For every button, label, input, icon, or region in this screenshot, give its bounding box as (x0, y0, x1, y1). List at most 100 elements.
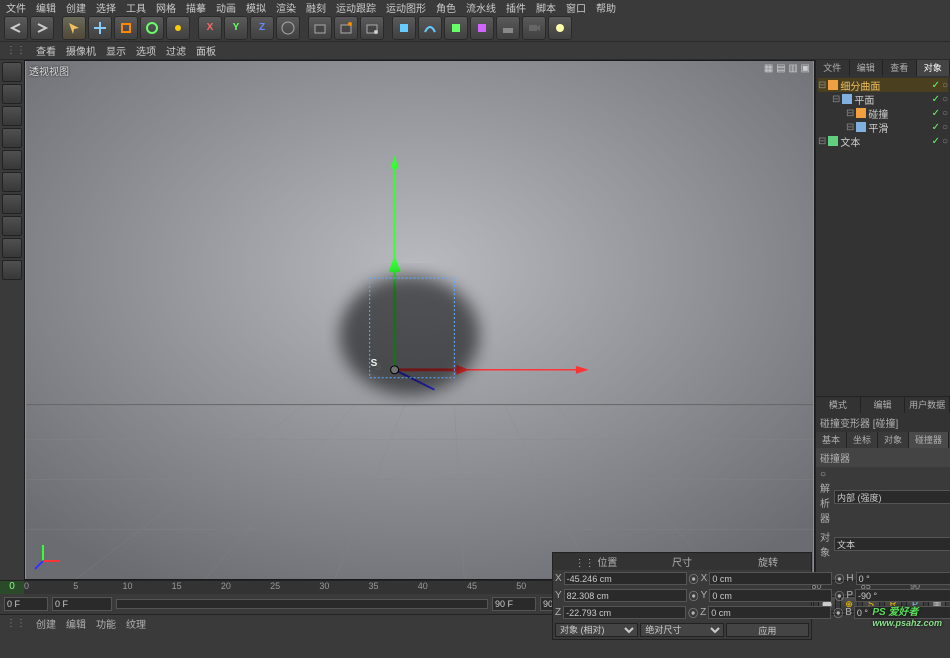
size-Z-input[interactable] (708, 606, 831, 619)
attr-mode-tab[interactable]: 模式 (816, 397, 861, 413)
menu-item[interactable]: 流水线 (466, 0, 496, 15)
obj-tab-file[interactable]: 文件 (816, 60, 850, 76)
menu-item[interactable]: 运动图形 (386, 0, 426, 15)
menu-item[interactable]: 编辑 (36, 0, 56, 15)
menu-item[interactable]: 动画 (216, 0, 236, 15)
tab-basic[interactable]: 基本 (816, 432, 847, 448)
bottom-tab[interactable]: 编辑 (66, 616, 86, 631)
viewport-layout-icons[interactable]: ▦ ▤ ▥ ▣ (764, 63, 810, 74)
perspective-viewport[interactable]: 透视视图 ▦ ▤ ▥ ▣ (24, 60, 815, 580)
camera-button[interactable] (522, 16, 546, 40)
attr-userdata-tab[interactable]: 用户数据 (905, 397, 950, 413)
select-tool-button[interactable] (62, 16, 86, 40)
frame-start-input[interactable] (4, 597, 48, 611)
menu-item[interactable]: 运动跟踪 (336, 0, 376, 15)
render-view-button[interactable] (308, 16, 332, 40)
bottom-tab[interactable]: 功能 (96, 616, 116, 631)
tab-collider[interactable]: 碰撞器 (909, 432, 949, 448)
edge-mode-button[interactable] (2, 150, 22, 170)
menu-item[interactable]: 选择 (96, 0, 116, 15)
pos-Y-input[interactable] (564, 589, 687, 602)
deformer-button[interactable] (470, 16, 494, 40)
polygon-mode-button[interactable] (2, 172, 22, 192)
texture-mode-button[interactable] (2, 194, 22, 214)
menu-item[interactable]: 角色 (436, 0, 456, 15)
menu-item[interactable]: 描摹 (186, 0, 206, 15)
attribute-group-label: 碰撞器 (816, 448, 950, 467)
redo-button[interactable] (30, 16, 54, 40)
display-menu[interactable]: 显示 (106, 43, 126, 58)
bottom-tab[interactable]: 创建 (36, 616, 56, 631)
environment-button[interactable] (496, 16, 520, 40)
snap-settings-button[interactable] (2, 260, 22, 280)
attr-edit-tab[interactable]: 编辑 (861, 397, 906, 413)
tree-item[interactable]: ⊟碰撞✓○ (818, 106, 948, 120)
menu-item[interactable]: 网格 (156, 0, 176, 15)
render-settings-button[interactable] (360, 16, 384, 40)
scale-tool-button[interactable] (114, 16, 138, 40)
coord-system-button[interactable] (276, 16, 300, 40)
cube-icon (396, 20, 412, 36)
svg-text:S: S (371, 358, 378, 369)
menu-item[interactable]: 插件 (506, 0, 526, 15)
rot-H-input[interactable] (856, 572, 950, 585)
menu-item[interactable]: 文件 (6, 0, 26, 15)
obj-tab-object[interactable]: 对象 (917, 60, 950, 76)
size-Y-input[interactable] (709, 589, 832, 602)
tab-coord[interactable]: 坐标 (847, 432, 878, 448)
timeline-start-marker[interactable]: 0 (0, 581, 24, 594)
menu-item[interactable]: 融刻 (306, 0, 326, 15)
pos-X-input[interactable] (564, 572, 687, 585)
undo-button[interactable] (4, 16, 28, 40)
obj-tab-view[interactable]: 查看 (883, 60, 917, 76)
menu-item[interactable]: 模拟 (246, 0, 266, 15)
frame-end-input[interactable] (492, 597, 536, 611)
cube-primitive-button[interactable] (392, 16, 416, 40)
axis-y-button[interactable]: Y (224, 16, 248, 40)
generator-button[interactable] (444, 16, 468, 40)
tree-item[interactable]: ⊟细分曲面✓○ (818, 78, 948, 92)
rot-P-input[interactable] (855, 589, 950, 602)
axis-mode-button[interactable] (2, 106, 22, 126)
menu-item[interactable]: 创建 (66, 0, 86, 15)
model-mode-button[interactable] (2, 62, 22, 82)
light-button[interactable] (548, 16, 572, 40)
menu-item[interactable]: 脚本 (536, 0, 556, 15)
object-tree[interactable]: ⊟细分曲面✓○⊟平面✓○⊟碰撞✓○⊟平滑✓○⊟文本✓○ (816, 76, 950, 396)
resolver-input[interactable] (834, 490, 950, 504)
tree-item[interactable]: ⊟平面✓○ (818, 92, 948, 106)
tree-item[interactable]: ⊟文本✓○ (818, 134, 948, 148)
options-menu[interactable]: 选项 (136, 43, 156, 58)
render-region-button[interactable] (334, 16, 358, 40)
workplane-button[interactable] (2, 216, 22, 236)
bottom-tab[interactable]: 纹理 (126, 616, 146, 631)
pos-Z-input[interactable] (563, 606, 686, 619)
axis-x-button[interactable]: X (198, 16, 222, 40)
move-tool-button[interactable] (88, 16, 112, 40)
timeline-scrollbar[interactable] (116, 599, 488, 609)
tab-object[interactable]: 对象 (878, 432, 909, 448)
apply-button[interactable]: 应用 (726, 623, 809, 637)
point-mode-button[interactable] (2, 128, 22, 148)
spline-button[interactable] (418, 16, 442, 40)
snap-button[interactable] (2, 238, 22, 258)
last-tool-button[interactable] (166, 16, 190, 40)
menu-item[interactable]: 工具 (126, 0, 146, 15)
object-link-input[interactable] (834, 537, 950, 551)
frame-current-input[interactable] (52, 597, 112, 611)
menu-item[interactable]: 渲染 (276, 0, 296, 15)
panel-menu[interactable]: 面板 (196, 43, 216, 58)
size-X-input[interactable] (709, 572, 832, 585)
camera-menu[interactable]: 摄像机 (66, 43, 96, 58)
tree-item[interactable]: ⊟平滑✓○ (818, 120, 948, 134)
coord-mode-select[interactable]: 对象 (相对) (555, 623, 638, 637)
axis-z-button[interactable]: Z (250, 16, 274, 40)
rotate-tool-button[interactable] (140, 16, 164, 40)
obj-tab-edit[interactable]: 编辑 (850, 60, 884, 76)
menu-item[interactable]: 窗口 (566, 0, 586, 15)
menu-item[interactable]: 帮助 (596, 0, 616, 15)
view-menu[interactable]: 查看 (36, 43, 56, 58)
filter-menu[interactable]: 过滤 (166, 43, 186, 58)
size-mode-select[interactable]: 绝对尺寸 (640, 623, 723, 637)
object-mode-button[interactable] (2, 84, 22, 104)
